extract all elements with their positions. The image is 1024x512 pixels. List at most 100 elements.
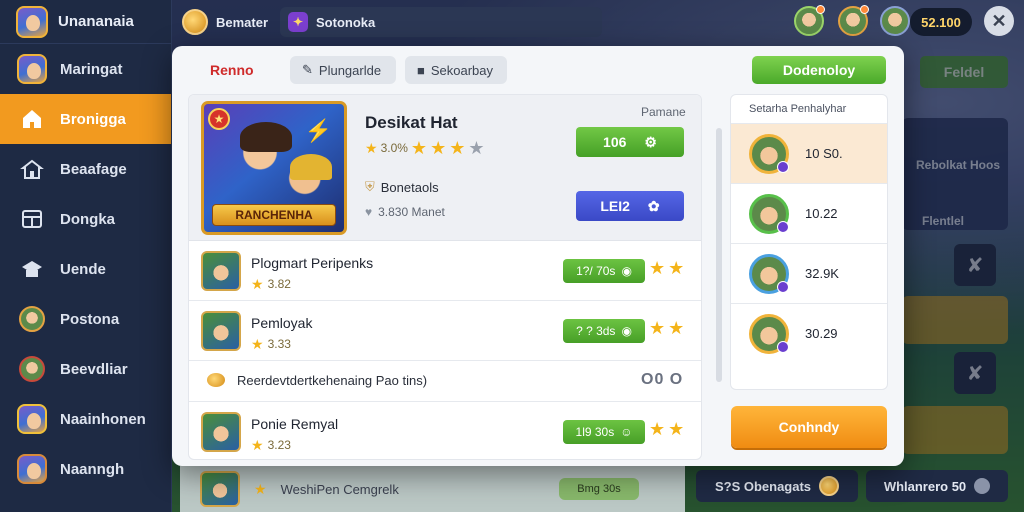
leaderboard-row[interactable]: 10.22: [731, 183, 887, 243]
background-chip-right[interactable]: Whlanrero 50: [866, 470, 1008, 502]
profile-icon: [17, 454, 47, 484]
star-icon: ★: [668, 258, 685, 278]
sidebar-item-bronigga[interactable]: Bronigga: [0, 94, 171, 144]
game-title: Ponie Remyal: [251, 416, 339, 432]
featured-game-art: ★ ⚡ RANCHENHA: [201, 101, 347, 235]
home-icon: [18, 105, 46, 133]
game-rating: ★ 3.82: [251, 277, 291, 291]
row-action-button[interactable]: 1?/ 70s ◉: [563, 259, 645, 283]
game-list-panel: ★ ⚡ RANCHENHA Desikat Hat ★ 3.0% ★ ★ ★ ★…: [188, 94, 702, 460]
game-rating: ★ 3.33: [251, 337, 291, 351]
trophy-hero-icon: [17, 404, 47, 434]
close-button[interactable]: ✕: [984, 6, 1014, 36]
search-bar[interactable]: ✦ Sotonoka: [280, 7, 602, 37]
dodenoloy-button[interactable]: Dodenoloy: [752, 56, 886, 84]
game-thumbnail: [201, 311, 241, 351]
leaderboard-row[interactable]: 32.9K: [731, 243, 887, 303]
friend-avatar[interactable]: [838, 5, 869, 36]
art-hero-helmet: [290, 154, 332, 180]
sidebar-item-label: Maringat: [60, 60, 123, 78]
coin-icon: [182, 9, 208, 35]
star-icon: ★: [668, 419, 685, 439]
sidebar-item-beaafage[interactable]: Beaafage: [0, 144, 171, 194]
info-icon: [974, 478, 991, 494]
leaderboard-heading: Setarha Penhalyhar: [749, 103, 847, 115]
player-score: 10 S0.: [805, 146, 843, 161]
row-action-button[interactable]: ? ? 3ds ◉: [563, 319, 645, 343]
star-icon: ★: [649, 419, 666, 439]
featured-game[interactable]: ★ ⚡ RANCHENHA Desikat Hat ★ 3.0% ★ ★ ★ ★…: [189, 95, 701, 241]
player-avatar: [749, 193, 789, 234]
row-action-label: ? ? 3ds: [576, 324, 616, 338]
store-icon: [18, 205, 46, 233]
gem-icon: ✦: [288, 12, 308, 32]
sidebar-item-dongka[interactable]: Dongka: [0, 194, 171, 244]
list-toggle-row[interactable]: Reerdevtdertkehenaing Pao tins) O0 O: [189, 361, 701, 401]
background-chip-label: S?S Obenagats: [714, 478, 812, 494]
friend-avatar[interactable]: [794, 5, 825, 36]
sidebar-item-maringat[interactable]: Maringat: [0, 44, 171, 94]
row-action-button[interactable]: 1l9 30s ☺: [563, 420, 645, 444]
background-list-row: ★ WeshiPen Cemgrelk Bmg 30s: [180, 466, 685, 512]
play-button-label: 106: [603, 134, 627, 150]
featured-game-banner: RANCHENHA: [212, 204, 336, 226]
sidebar-item-naanngh[interactable]: Naanngh: [0, 444, 171, 494]
star-icon: ★: [449, 138, 466, 158]
list-item[interactable]: Pemloyak ★ 3.33 ? ? 3ds ◉ ★ ★: [189, 301, 701, 361]
play-button[interactable]: 106 ⚙: [576, 127, 684, 157]
pencil-icon: ✎: [302, 62, 313, 77]
share-button[interactable]: LEI2 ✿: [576, 191, 684, 221]
sidebar-item-naainhonen[interactable]: Naainhonen: [0, 394, 171, 444]
square-icon: ■: [417, 62, 425, 78]
leaderboard-row[interactable]: 10 S0.: [731, 123, 887, 183]
sidebar-brand: Unananaia: [0, 0, 171, 44]
player-score: 30.29: [805, 326, 838, 341]
sidebar-item-label: Uende: [60, 260, 106, 278]
top-bar: Bemater ✦ Sotonoka 52.100 ✕: [172, 0, 1024, 44]
star-icon: ★: [410, 138, 428, 158]
character-icon: [18, 355, 46, 383]
game-thumbnail: [201, 412, 241, 452]
star-icon: ★: [251, 336, 264, 352]
list-item[interactable]: Ponie Remyal ★ 3.23 1l9 30s ☺ ★ ★: [189, 401, 701, 459]
background-chip-left[interactable]: S?S Obenagats: [696, 470, 858, 502]
sidebar-item-postona[interactable]: Postona: [0, 294, 171, 344]
leaderboard-row[interactable]: 30.29: [731, 303, 887, 363]
coin-small-icon: ◉: [621, 324, 632, 338]
modal-title: Renno: [210, 62, 254, 78]
star-icon: ★: [649, 318, 666, 338]
sidebar-item-uende[interactable]: Uende: [0, 244, 171, 294]
friend-avatar[interactable]: [880, 6, 910, 36]
game-title: Pemloyak: [251, 315, 313, 331]
sidebar-item-beevdliar[interactable]: Beevdliar: [0, 344, 171, 394]
featured-game-rating: ★ 3.0% ★ ★ ★ ★: [365, 139, 484, 157]
toggle-control[interactable]: O0 O: [641, 371, 683, 389]
star-icon: ★: [365, 140, 378, 156]
tab-sekoarbay[interactable]: ■ Sekoarbay: [405, 56, 507, 84]
game-title: Plogmart Peripenks: [251, 255, 374, 271]
list-item[interactable]: Plogmart Peripenks ★ 3.82 1?/ 70s ◉ ★ ★: [189, 241, 701, 301]
share-button-label: LEI2: [600, 198, 630, 214]
rating-value: 3.33: [267, 337, 291, 351]
rating-value: 3.23: [267, 438, 291, 452]
school-icon: [18, 255, 46, 283]
player-score: 32.9K: [805, 266, 839, 281]
sidebar-item-label: Postona: [60, 310, 120, 328]
hero-icon: [18, 305, 46, 333]
tab-plungarlde[interactable]: ✎ Plungarlde: [290, 56, 396, 84]
row-action-label: 1?/ 70s: [576, 264, 616, 278]
row-stars: ★ ★: [649, 259, 684, 277]
tab-label: Sekoarbay: [430, 62, 494, 78]
list-scrollbar[interactable]: [716, 128, 722, 382]
row-action-label: 1l9 30s: [575, 425, 615, 439]
conhndy-button[interactable]: Conhndy: [731, 406, 887, 448]
star-icon: ★: [430, 138, 447, 158]
star-icon: ★: [668, 318, 685, 338]
game-thumbnail: [201, 251, 241, 291]
badge-icon: ★: [208, 108, 230, 130]
coins-chip[interactable]: Bemater: [182, 7, 268, 37]
meta-text: Bonetaols: [380, 179, 439, 195]
house-icon: [18, 155, 46, 183]
featured-game-meta: ⛨ Bonetaols: [365, 179, 439, 195]
star-icon: ★: [251, 437, 264, 453]
